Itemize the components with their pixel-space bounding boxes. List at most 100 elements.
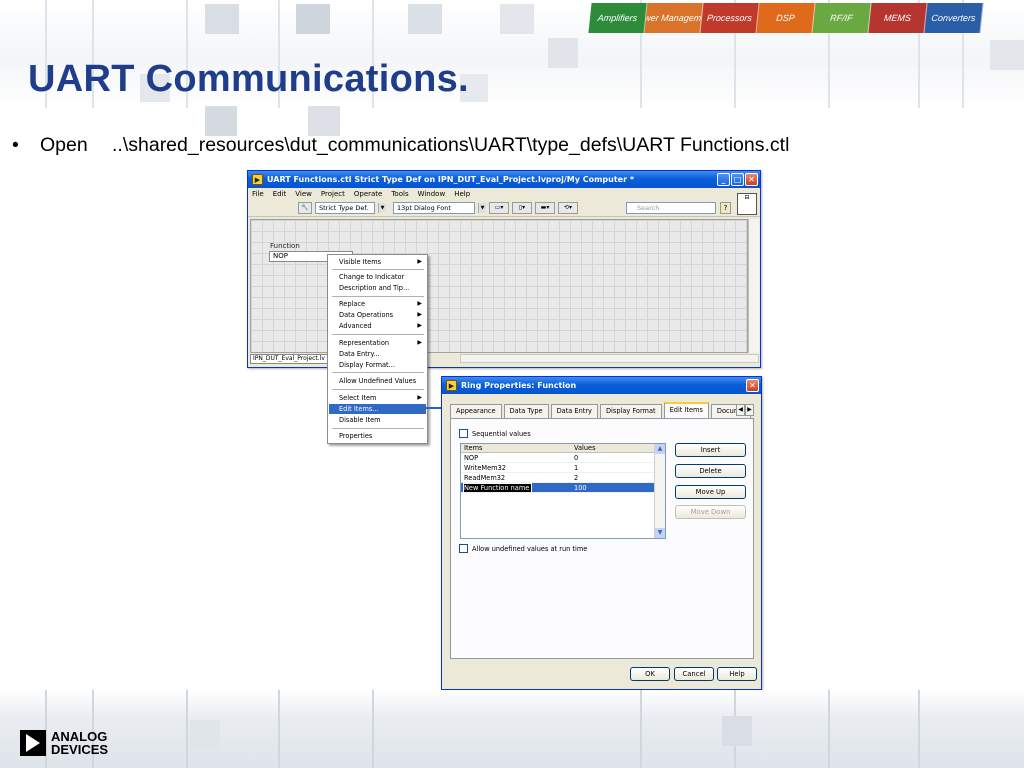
vertical-scrollbar[interactable] — [748, 219, 759, 353]
items-table: Items Values NOP 0 WriteMem32 1 ReadMem3… — [460, 443, 666, 539]
align-objects-icon[interactable]: ▭▾ — [489, 202, 509, 214]
wrench-icon[interactable]: 🔧 — [298, 202, 312, 214]
font-select[interactable]: 13pt Dialog Font — [393, 202, 475, 214]
menu-bar: File Edit View Project Operate Tools Win… — [248, 188, 760, 200]
item-cell[interactable]: WriteMem32 — [461, 463, 571, 472]
menu-item-advanced[interactable]: Advanced ▶ — [329, 321, 426, 331]
menu-item-visible-items[interactable]: Visible Items ▶ — [329, 257, 426, 267]
move-up-button[interactable]: Move Up — [675, 485, 746, 499]
menu-window[interactable]: Window — [418, 190, 446, 198]
project-tab[interactable]: IPN_DUT_Eval_Project.lv — [250, 353, 330, 364]
checkbox-box[interactable] — [459, 429, 468, 438]
submenu-arrow-icon: ▶ — [417, 258, 422, 265]
submenu-arrow-icon: ▶ — [417, 300, 422, 307]
chevron-left-icon[interactable]: ◀ — [736, 404, 745, 416]
menu-item-select-item[interactable]: Select Item ▶ — [329, 393, 426, 403]
submenu-arrow-icon: ▶ — [417, 322, 422, 329]
tab-edit-items[interactable]: Edit Items — [663, 402, 709, 418]
menu-operate[interactable]: Operate — [354, 190, 382, 198]
resize-objects-icon[interactable]: ▬▾ — [535, 202, 555, 214]
checkbox-box[interactable] — [459, 544, 468, 553]
move-down-button[interactable]: Move Down — [675, 505, 746, 519]
horizontal-scrollbar[interactable] — [460, 354, 759, 363]
table-row-selected[interactable]: New Function name 100 — [461, 483, 665, 493]
chevron-down-icon[interactable]: ▼ — [478, 203, 486, 213]
delete-button[interactable]: Delete — [675, 464, 746, 478]
maximize-icon[interactable]: □ — [731, 173, 744, 186]
menu-item-data-entry[interactable]: Data Entry... — [329, 349, 426, 359]
dialog-title: Ring Properties: Function — [461, 381, 577, 390]
menu-item-allow-undefined[interactable]: Allow Undefined Values — [329, 376, 426, 386]
tab-strip: Appearance Data Type Data Entry Display … — [450, 402, 753, 418]
typedef-select-value: Strict Type Def. — [319, 204, 369, 212]
menu-item-data-operations[interactable]: Data Operations ▶ — [329, 310, 426, 320]
menu-item-display-format[interactable]: Display Format... — [329, 360, 426, 370]
banner-segment: Power Management — [644, 3, 704, 33]
table-row[interactable]: NOP 0 — [461, 453, 665, 463]
minimize-icon[interactable]: _ — [717, 173, 730, 186]
chevron-up-icon[interactable]: ▲ — [655, 444, 665, 454]
submenu-arrow-icon: ▶ — [417, 394, 422, 401]
menu-item-replace[interactable]: Replace ▶ — [329, 299, 426, 309]
dialog-titlebar[interactable]: ▶ Ring Properties: Function ✕ — [442, 377, 761, 394]
menu-item-label: Properties — [339, 432, 373, 440]
chevron-down-icon[interactable]: ▼ — [378, 203, 386, 213]
table-row[interactable]: ReadMem32 2 — [461, 473, 665, 483]
menu-item-representation[interactable]: Representation ▶ — [329, 338, 426, 348]
allow-undefined-checkbox[interactable]: Allow undefined values at run time — [459, 544, 587, 553]
value-cell[interactable]: 1 — [571, 463, 653, 472]
close-icon[interactable]: ✕ — [746, 379, 759, 392]
menu-view[interactable]: View — [295, 190, 312, 198]
menu-edit[interactable]: Edit — [273, 190, 287, 198]
logo-line-2: DEVICES — [51, 742, 109, 757]
menu-item-label: Display Format... — [339, 361, 395, 369]
menu-item-disable-item[interactable]: Disable Item — [329, 415, 426, 425]
reorder-icon[interactable]: ⟲▾ — [558, 202, 578, 214]
search-input[interactable]: Search — [626, 202, 716, 214]
ok-button[interactable]: OK — [630, 667, 670, 681]
table-row[interactable]: WriteMem32 1 — [461, 463, 665, 473]
item-edit-field[interactable]: New Function name — [462, 483, 533, 492]
tab-appearance[interactable]: Appearance — [450, 404, 502, 418]
column-header-values[interactable]: Values — [571, 444, 653, 452]
tab-data-type[interactable]: Data Type — [503, 404, 549, 418]
item-cell[interactable]: NOP — [461, 453, 571, 462]
front-panel-titlebar[interactable]: ▶ UART Functions.ctl Strict Type Def on … — [248, 171, 760, 188]
column-header-items[interactable]: Items — [461, 444, 571, 452]
cancel-button[interactable]: Cancel — [674, 667, 714, 681]
table-scrollbar[interactable]: ▲ ▼ — [654, 444, 665, 538]
front-panel-canvas[interactable] — [250, 219, 748, 353]
context-menu: Visible Items ▶ Change to Indicator Descr… — [327, 254, 428, 444]
help-icon[interactable]: ? — [720, 202, 731, 214]
tab-display-format[interactable]: Display Format — [599, 404, 662, 418]
menu-item-properties[interactable]: Properties — [329, 431, 426, 441]
menu-help[interactable]: Help — [454, 190, 470, 198]
menu-item-description-tip[interactable]: Description and Tip... — [329, 283, 426, 293]
distribute-objects-icon[interactable]: ▯▾ — [512, 202, 532, 214]
value-cell[interactable]: 0 — [571, 453, 653, 462]
menu-item-change-to-indicator[interactable]: Change to Indicator — [329, 272, 426, 282]
insert-button[interactable]: Insert — [675, 443, 746, 457]
chevron-down-icon[interactable]: ▼ — [655, 528, 665, 538]
menu-file[interactable]: File — [252, 190, 264, 198]
help-button[interactable]: Help — [717, 667, 757, 681]
table-header: Items Values — [461, 444, 665, 453]
menu-item-edit-items[interactable]: Edit Items... — [329, 404, 426, 414]
sequential-values-checkbox[interactable]: Sequential values — [459, 429, 531, 438]
menu-item-label: Representation — [339, 339, 390, 347]
chevron-right-icon[interactable]: ▶ — [745, 404, 754, 416]
tab-data-entry[interactable]: Data Entry — [550, 404, 598, 418]
item-cell-editing[interactable]: New Function name — [461, 483, 571, 492]
menu-tools[interactable]: Tools — [391, 190, 408, 198]
menu-separator — [332, 296, 424, 297]
typedef-select[interactable]: Strict Type Def. — [315, 202, 375, 214]
close-icon[interactable]: ✕ — [745, 173, 758, 186]
menu-item-label: Replace — [339, 300, 366, 308]
value-cell[interactable]: 2 — [571, 473, 653, 482]
menu-project[interactable]: Project — [321, 190, 345, 198]
bullet-instruction: • Open ..\shared_resources\dut_communicati… — [12, 134, 789, 157]
banner-segment: Converters — [924, 3, 984, 33]
value-cell[interactable]: 100 — [571, 483, 653, 492]
banner-segment: Processors — [700, 3, 760, 33]
item-cell[interactable]: ReadMem32 — [461, 473, 571, 482]
